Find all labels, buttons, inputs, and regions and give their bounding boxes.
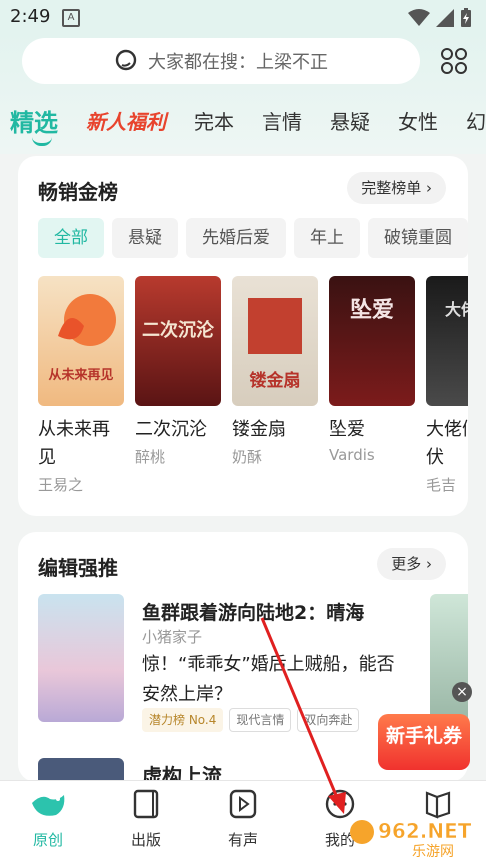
book-author: Vardis [329,446,375,464]
genre-tag: 现代言情 [229,708,292,732]
rec-book-description: 惊！“乖乖女”婚后上贼船，能否安然上岸？ [142,654,395,705]
signal-icon [436,9,454,27]
filter-older[interactable]: 年上 [294,218,360,258]
theme-tag: 双向奔赴 [297,708,360,732]
cover-title: 二次沉沦 [142,320,214,341]
book-item[interactable]: 坠爱 坠爱 Vardis [329,276,415,495]
cover-title: 从未来再见 [48,368,114,383]
notification-icon: A [62,9,80,27]
filter-reunion[interactable]: 破镜重圆 [368,218,468,258]
book-title: 二次沉沦 [135,419,207,440]
rec2-book-title[interactable]: 虚构上流 [142,760,222,782]
nav-audio-label: 有声 [227,831,258,849]
battery-icon [461,8,471,27]
svg-text:962.NET: 962.NET [378,819,472,843]
book-cover: 坠爱 [329,276,415,406]
tab-completed[interactable]: 完本 [194,106,234,135]
book-title: 大佬们在伏 [426,419,468,468]
rec-book-title[interactable]: 鱼群跟着游向陆地2：晴海 [142,598,364,625]
tab-featured[interactable]: 精选 [10,103,58,146]
editor-picks-title: 编辑强推 [38,556,118,580]
bestseller-books: 从未来再见 从未来再见 王易之 二次沉沦 二次沉沦 醉桃 镂金扇 镂金扇 奶酥 … [38,276,468,495]
book-title: 从未来再见 [38,419,110,468]
bestseller-card: 畅销金榜 完整榜单 › 全部 悬疑 先婚后爱 年上 破镜重圆 从未来再见 从未来… [18,156,468,516]
rank-tag: 潜力榜 No.4 [142,708,224,732]
book-author: 奶酥 [232,448,263,466]
book-title: 镂金扇 [232,419,286,440]
tab-female[interactable]: 女性 [398,106,438,135]
search-placeholder: 大家都在搜：上梁不正 [148,52,328,73]
cover-title: 坠爱 [349,298,394,323]
nav-audio[interactable]: 有声 [203,787,283,850]
rec-book-author: 小猪家子 [142,628,203,646]
tab-fantasy[interactable]: 幻 [466,106,486,135]
rec-book-cover[interactable] [38,594,124,722]
next-book-cover[interactable] [430,594,468,722]
nav-publish[interactable]: 出版 [106,787,186,850]
nav-original[interactable]: 原创 [8,787,88,850]
filter-marriage-first[interactable]: 先婚后爱 [186,218,286,258]
wifi-icon [408,9,430,26]
nav-original-label: 原创 [32,831,63,849]
cover-title: 镂金扇 [249,371,301,391]
tab-suspense[interactable]: 悬疑 [330,106,370,135]
book-cover: 从未来再见 [38,276,124,406]
search-bar[interactable]: 大家都在搜：上梁不正 [22,38,420,84]
book-icon [133,789,159,819]
more-button[interactable]: 更多 › [377,548,446,580]
book-cover: 二次沉沦 [135,276,221,406]
book-author: 王易之 [38,476,84,494]
bestseller-filters: 全部 悬疑 先婚后爱 年上 破镜重圆 [38,218,468,258]
rec-book-tags: 潜力榜 No.4 现代言情 双向奔赴 [142,708,360,732]
rec2-book-cover[interactable] [38,758,124,782]
cover-art [58,294,116,346]
book-title: 坠爱 [329,419,365,440]
category-tabs: 精选 新人福利 完本 言情 悬疑 女性 幻 [0,100,486,146]
book-cover: 大佬们 [426,276,468,406]
nav-publish-label: 出版 [130,831,161,849]
filter-all[interactable]: 全部 [38,218,104,258]
bestseller-title: 畅销金榜 [38,180,118,204]
filter-suspense[interactable]: 悬疑 [112,218,178,258]
full-list-button[interactable]: 完整榜单 › [347,172,446,204]
watermark-logo: 962.NET 乐游网 [350,819,472,858]
book-item[interactable]: 从未来再见 从未来再见 王易之 [38,276,124,495]
book-author: 醉桃 [135,448,166,466]
close-icon[interactable]: × [452,682,472,702]
status-bar: 2:49 A [0,0,486,34]
book-item[interactable]: 镂金扇 镂金扇 奶酥 [232,276,318,495]
cover-title: 大佬们 [444,300,468,319]
status-time: 2:49 [10,6,51,27]
svg-text:乐游网: 乐游网 [412,844,454,858]
new-user-coupon-button[interactable]: 新手礼券 [378,714,470,770]
tab-romance[interactable]: 言情 [262,106,302,135]
book-item[interactable]: 二次沉沦 二次沉沦 醉桃 [135,276,221,495]
category-grid-icon[interactable] [440,46,468,76]
book-author: 毛吉 [426,476,457,494]
tab-new-user-benefits[interactable]: 新人福利 [86,106,166,135]
book-cover: 镂金扇 [232,276,318,406]
play-icon [229,789,257,819]
search-icon [115,49,137,71]
book-item[interactable]: 大佬们 大佬们在伏 毛吉 [426,276,468,495]
status-icons [408,8,472,28]
bird-icon [32,795,65,816]
